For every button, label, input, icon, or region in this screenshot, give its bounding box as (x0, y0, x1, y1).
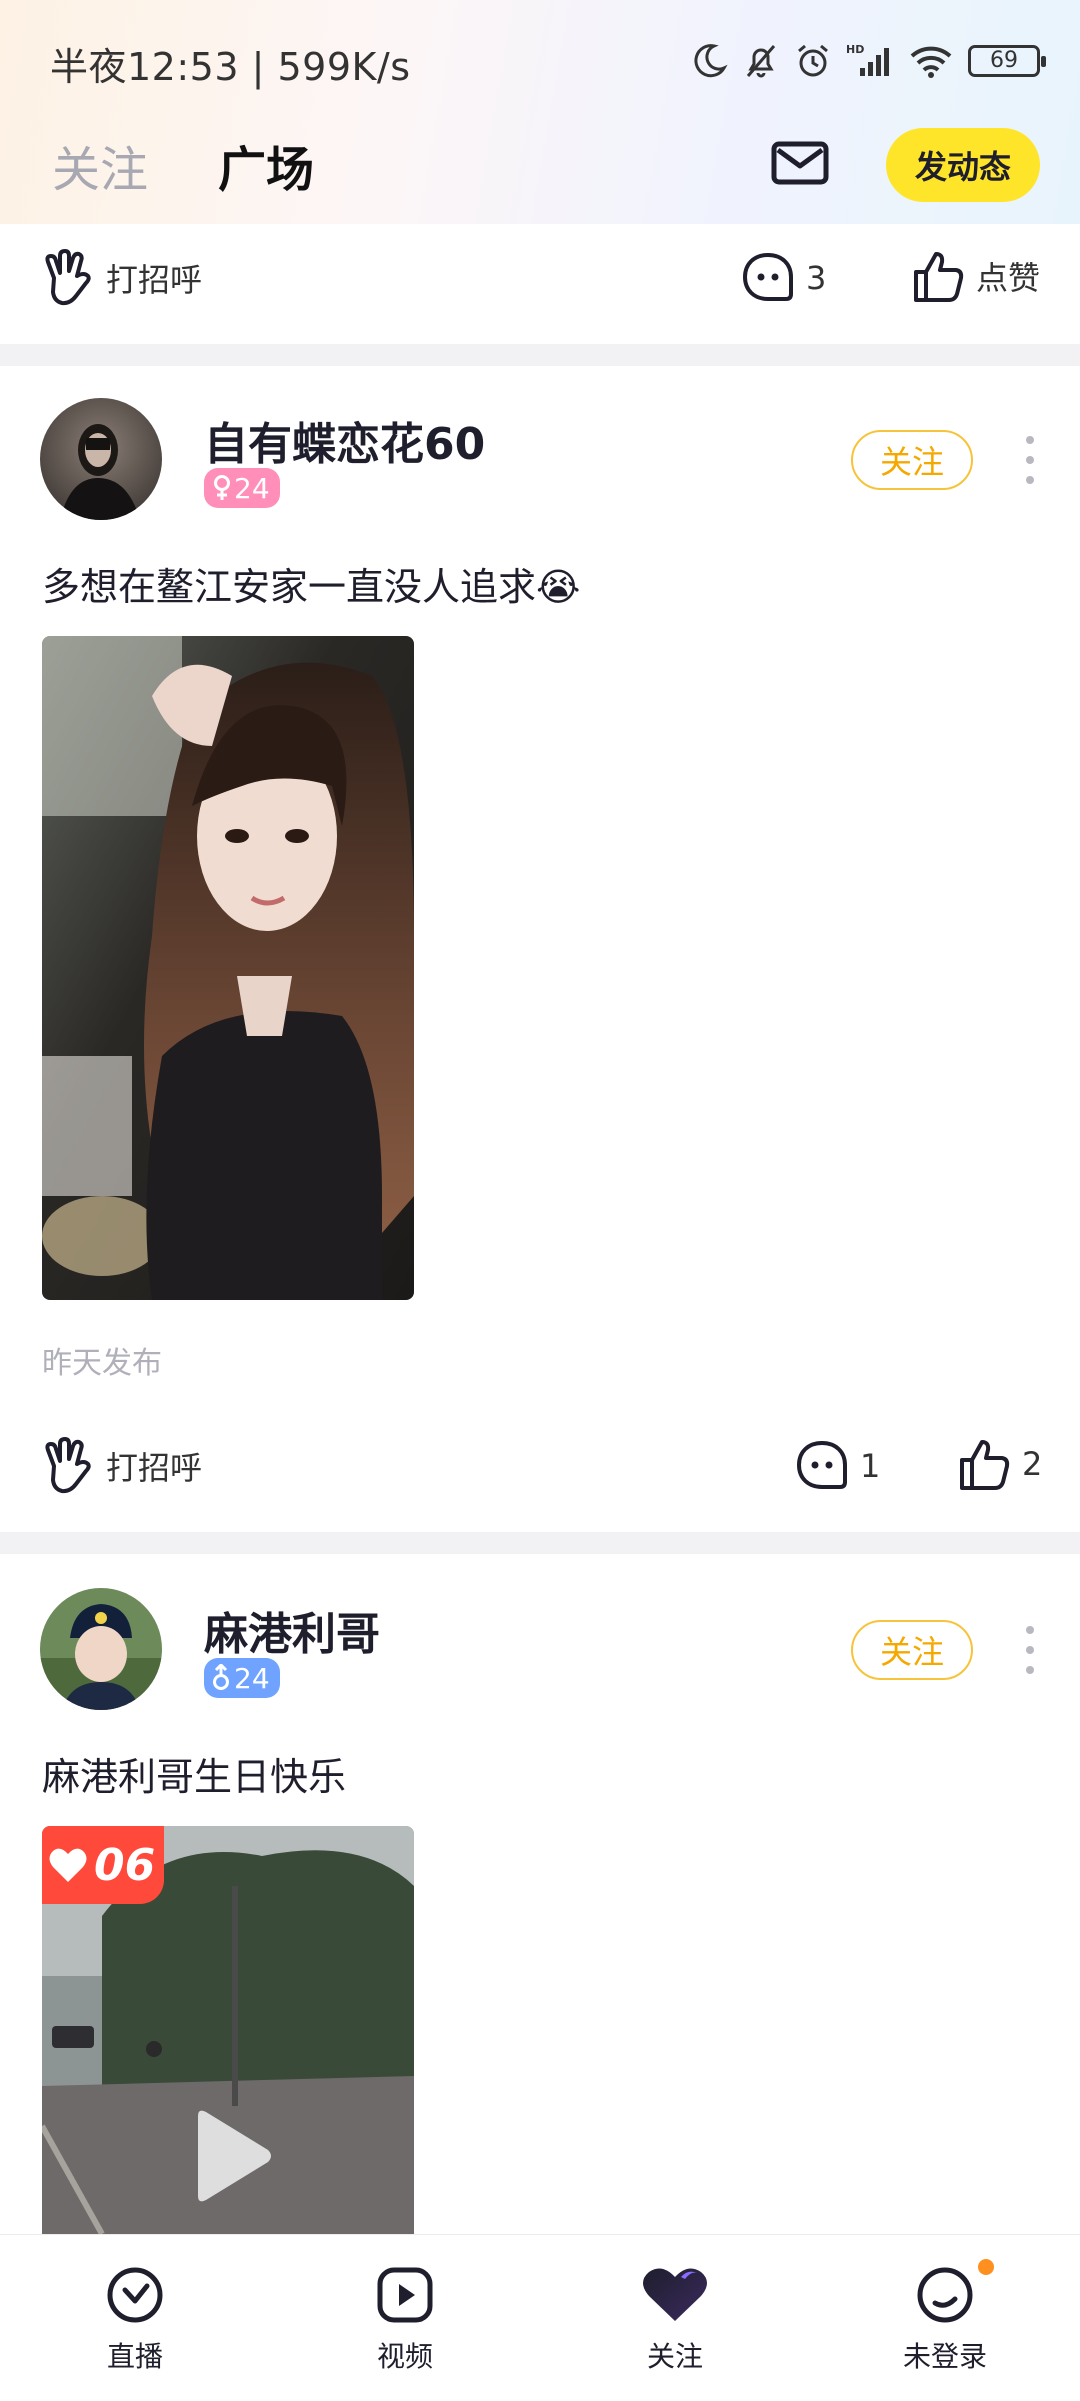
post-video[interactable]: 06 (42, 1826, 414, 2234)
nav-follow[interactable]: 关注 (540, 2235, 810, 2401)
battery-indicator: 69 (968, 45, 1046, 77)
gender-badge: 24 (204, 1658, 280, 1698)
female-icon (214, 475, 230, 500)
status-icons: HD 69 (690, 36, 1046, 86)
bottom-nav: 直播 视频 关注 未登录 (0, 2234, 1080, 2400)
comment-button[interactable]: 3 (740, 250, 826, 306)
comment-icon (742, 252, 793, 301)
greet-button[interactable]: 打招呼 (40, 248, 202, 308)
post-text: 麻港利哥生日快乐 (42, 1755, 347, 1799)
notification-dot (978, 2259, 994, 2275)
follow-button[interactable]: 关注 (851, 1620, 973, 1680)
nav-label: 直播 (106, 2340, 163, 2373)
like-button[interactable]: 2 (956, 1436, 1042, 1492)
thumbs-up-icon (960, 1440, 1010, 1490)
thumbs-up-icon (914, 252, 964, 302)
post-time: 昨天发布 (42, 1346, 162, 1381)
header: 半夜12:53 | 599K/s HD 69 关注 广场 发动态 (0, 0, 1080, 224)
profile-icon (917, 2267, 973, 2323)
video-like-count: 06 (94, 1839, 156, 1891)
nav-video[interactable]: 视频 (270, 2235, 540, 2401)
follow-button[interactable]: 关注 (851, 430, 973, 490)
moon-icon (694, 44, 728, 78)
status-time: 半夜12:53 | 599K/s (50, 45, 411, 89)
wave-hand-icon (45, 1437, 91, 1494)
feed-divider (0, 1532, 1080, 1554)
live-icon (107, 2267, 163, 2323)
like-count: 2 (1022, 1445, 1043, 1483)
avatar[interactable] (40, 1588, 162, 1710)
more-options-button[interactable] (1020, 430, 1040, 490)
comment-button[interactable]: 1 (794, 1438, 880, 1494)
wifi-icon (910, 46, 952, 78)
post-image[interactable] (42, 636, 414, 1300)
feed-divider (0, 344, 1080, 366)
alarm-icon (798, 44, 828, 77)
avatar-photo (40, 398, 162, 520)
comment-icon (796, 1440, 847, 1489)
avatar[interactable] (40, 398, 162, 520)
nav-profile[interactable]: 未登录 (810, 2235, 1080, 2401)
post-text: 多想在鳌江安家一直没人追求😭 (42, 565, 581, 609)
comment-count: 3 (806, 259, 827, 297)
tab-follow[interactable]: 关注 (52, 130, 148, 200)
age-label: 24 (234, 1661, 270, 1695)
gender-badge: 24 (204, 468, 280, 508)
mute-bell-icon (746, 45, 776, 78)
age-label: 24 (234, 471, 270, 505)
tab-square[interactable]: 广场 (218, 130, 314, 200)
mail-icon (771, 141, 829, 185)
heart-icon (643, 2268, 707, 2321)
post-username[interactable]: 麻港利哥 (204, 1598, 380, 1662)
video-icon (377, 2267, 433, 2323)
like-button[interactable]: 点赞 (910, 248, 1040, 304)
heart-icon (49, 1848, 87, 1882)
comment-count: 1 (860, 1447, 881, 1485)
video-like-badge: 06 (42, 1826, 164, 1904)
nav-label: 关注 (646, 2340, 703, 2373)
like-label: 点赞 (976, 259, 1041, 297)
male-icon (213, 1664, 229, 1690)
greet-label: 打招呼 (106, 1449, 203, 1487)
avatar-photo (40, 1588, 162, 1710)
portrait-photo (42, 636, 414, 1300)
greet-label: 打招呼 (106, 261, 203, 299)
play-icon[interactable] (188, 2108, 274, 2204)
more-options-button[interactable] (1020, 1620, 1040, 1680)
nav-label: 未登录 (902, 2340, 987, 2373)
mail-button[interactable] (770, 138, 830, 188)
post-username[interactable]: 自有蝶恋花60 (204, 408, 485, 472)
post-button[interactable]: 发动态 (886, 128, 1040, 202)
svg-text:HD: HD (846, 43, 864, 56)
greet-button[interactable]: 打招呼 (40, 1436, 202, 1496)
nav-live[interactable]: 直播 (0, 2235, 270, 2401)
signal-icon: HD (846, 43, 889, 76)
wave-hand-icon (45, 249, 91, 306)
nav-label: 视频 (376, 2340, 433, 2373)
